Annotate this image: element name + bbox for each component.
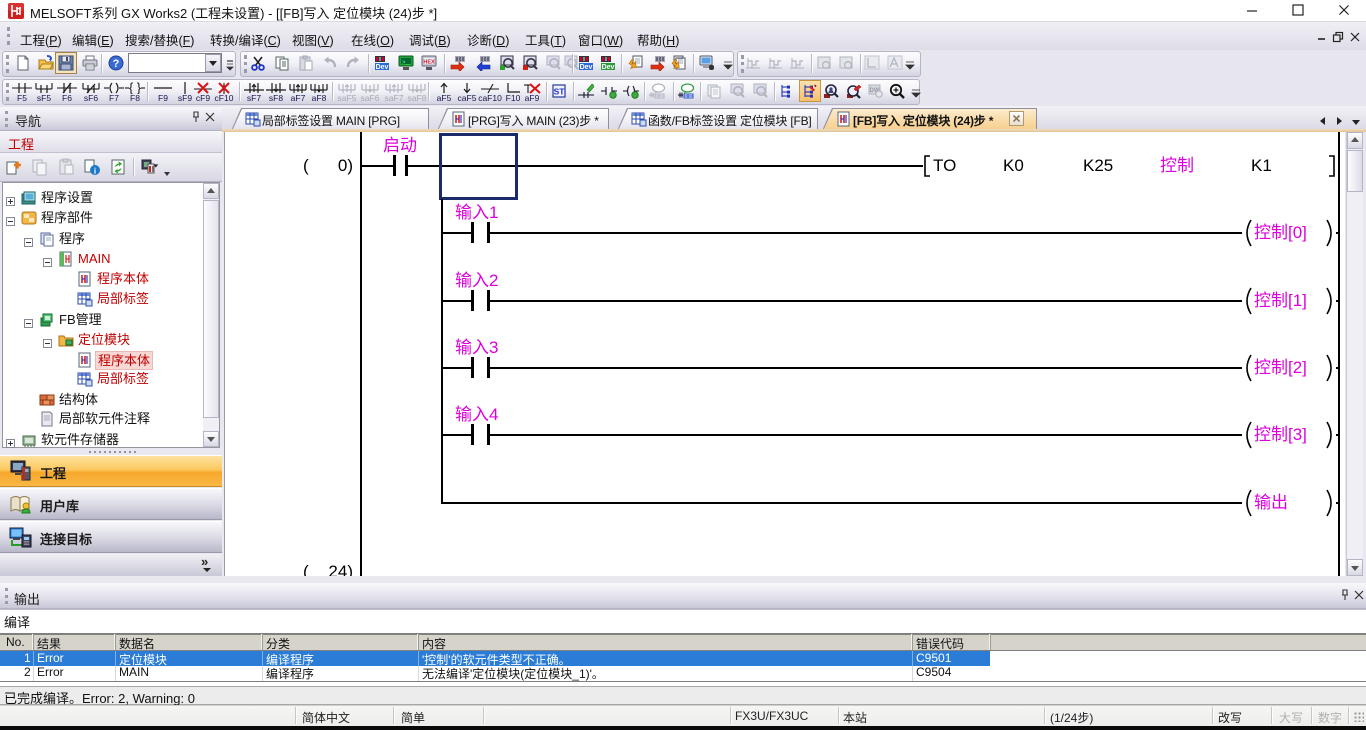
- svg-text:>_: >_: [402, 59, 410, 66]
- svg-text:HEX: HEX: [423, 60, 435, 66]
- svg-text:Dev: Dev: [376, 64, 389, 71]
- svg-text:?: ?: [113, 58, 120, 70]
- svg-text:Dev: Dev: [580, 64, 593, 71]
- svg-text:ST: ST: [554, 87, 566, 97]
- svg-text:Dev: Dev: [602, 64, 615, 71]
- svg-text:»: »: [201, 556, 208, 569]
